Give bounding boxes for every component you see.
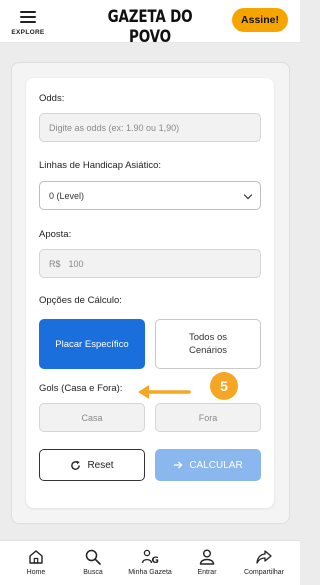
arrow-right-icon [174, 461, 183, 469]
calculate-label: CALCULAR [189, 459, 243, 471]
nav-home[interactable]: Home [6, 548, 66, 585]
nav-login-label: Entrar [197, 569, 217, 576]
nav-my-gazeta-label: Minha Gazeta [128, 569, 172, 576]
nav-search-label: Busca [83, 569, 103, 576]
nav-my-gazeta[interactable]: G Minha Gazeta [120, 548, 180, 585]
calculator-form [26, 78, 274, 508]
home-icon [29, 550, 43, 564]
odds-label: Odds: [39, 93, 65, 104]
away-goals-placeholder: Fora [198, 412, 218, 423]
specific-score-button[interactable]: Placar Específico [39, 319, 145, 369]
share-icon [256, 550, 272, 564]
reset-label: Reset [87, 459, 114, 471]
handicap-label: Linhas de Handicap Asiático: [39, 160, 161, 171]
nav-share[interactable]: Compartilhar [234, 548, 294, 585]
site-logo[interactable]: GAZETA DO POVO [95, 7, 205, 47]
svg-text:G: G [152, 556, 159, 566]
home-goals-input[interactable]: Casa [39, 403, 145, 432]
reset-button[interactable]: Reset [39, 449, 145, 481]
stake-input[interactable]: R$ 100 [39, 249, 261, 278]
bottom-navigation: Home Busca G Minha Gazeta Entrar Compart… [0, 540, 300, 585]
hamburger-icon [20, 11, 36, 23]
calculate-button[interactable]: CALCULAR [155, 449, 261, 481]
user-icon [199, 549, 215, 565]
explore-label: EXPLORE [11, 29, 45, 36]
nav-home-label: Home [26, 569, 46, 576]
nav-search[interactable]: Busca [63, 548, 123, 585]
goals-label: Gols (Casa e Fora): [39, 383, 123, 394]
stake-label: Aposta: [39, 229, 72, 240]
search-icon [85, 549, 101, 565]
refresh-icon [71, 460, 81, 470]
currency-prefix: R$ [49, 258, 61, 269]
nav-share-label: Compartilhar [243, 569, 285, 576]
handicap-select[interactable]: 0 (Level) [39, 181, 261, 210]
stake-value: 100 [68, 258, 84, 269]
chevron-down-icon [243, 190, 253, 200]
odds-placeholder: Digite as odds (ex: 1.90 ou 1,90) [49, 122, 180, 133]
all-scenarios-button[interactable]: Todos os Cenários [155, 319, 261, 369]
calc-options-label: Opções de Cálculo: [39, 295, 122, 306]
top-header: EXPLORE GAZETA DO POVO Assine! [0, 0, 300, 47]
explore-menu-button[interactable]: EXPLORE [8, 8, 48, 38]
my-gazeta-icon: G [141, 549, 159, 566]
subscribe-button[interactable]: Assine! [232, 8, 288, 32]
step-number-badge: 5 [210, 372, 238, 400]
annotation-arrow-icon [138, 385, 191, 399]
nav-login[interactable]: Entrar [177, 548, 237, 585]
odds-input[interactable]: Digite as odds (ex: 1.90 ou 1,90) [39, 113, 261, 142]
away-goals-input[interactable]: Fora [155, 403, 261, 432]
handicap-selected-value: 0 (Level) [49, 190, 85, 201]
home-goals-placeholder: Casa [81, 412, 103, 423]
